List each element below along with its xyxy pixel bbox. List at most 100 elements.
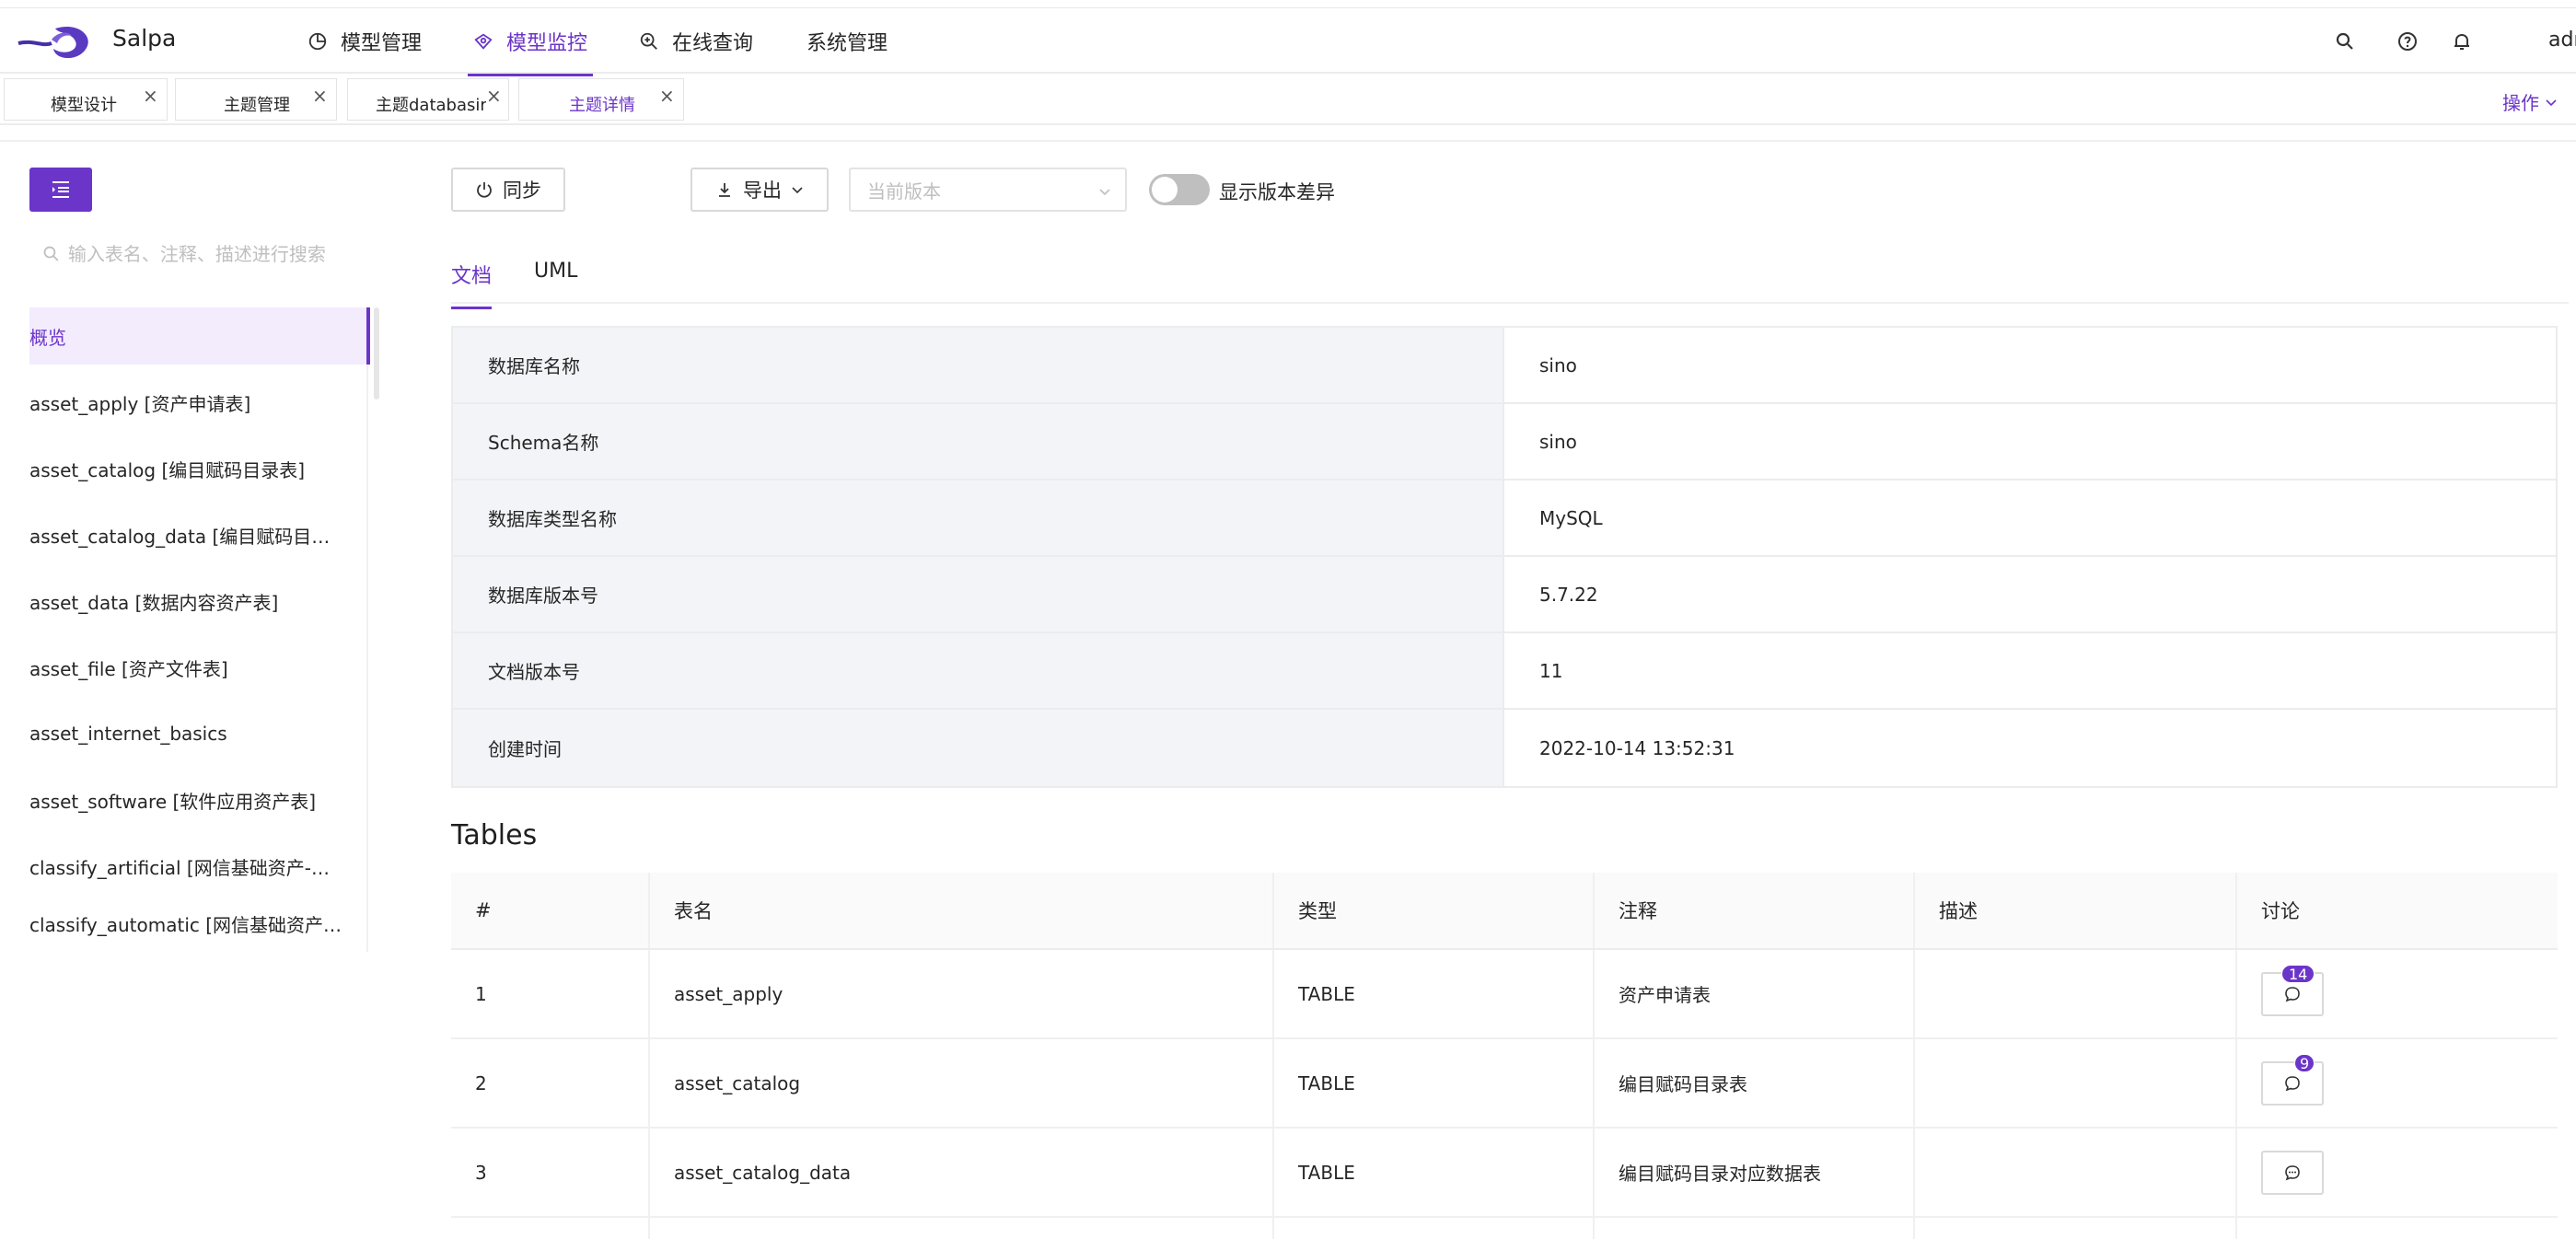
nav-item-system-management[interactable]: 系统管理 xyxy=(806,8,888,75)
table-name: asset_catalog_data xyxy=(650,1129,1274,1216)
tab-document[interactable]: 文档 xyxy=(451,260,493,309)
pie-chart-icon xyxy=(308,32,327,51)
table-description xyxy=(1915,1039,2237,1127)
brand-name: Salpa xyxy=(112,25,177,52)
discussion-count-badge: 9 xyxy=(2294,1053,2315,1072)
column-header: # xyxy=(451,873,650,948)
nav-item-online-query[interactable]: 在线查询 xyxy=(639,8,753,75)
info-value: MySQL xyxy=(1539,506,1603,529)
nav-label: 模型管理 xyxy=(341,32,423,55)
version-select[interactable]: 当前版本 xyxy=(849,168,1127,212)
comment-icon xyxy=(2285,986,2300,1002)
tab-topic-detail[interactable]: 主题详情 × xyxy=(518,78,684,121)
sidebar-item-label: asset_catalog [编目赋码目录表] xyxy=(29,458,306,481)
zoom-query-icon xyxy=(640,32,657,50)
sync-button[interactable]: 同步 xyxy=(451,168,565,212)
info-value: sino xyxy=(1539,430,1577,453)
operations-dropdown[interactable]: 操作 xyxy=(2502,88,2558,115)
sidebar-item-table[interactable]: asset_catalog [编目赋码目录表] xyxy=(29,440,370,497)
doc-tabs: 文档 UML xyxy=(451,247,2569,309)
tab-topic-databasir[interactable]: 主题databasir × xyxy=(347,78,509,121)
sidebar-item-label: asset_internet_basics xyxy=(29,723,227,745)
help-icon[interactable] xyxy=(2396,30,2419,52)
tab-topic-management[interactable]: 主题管理 × xyxy=(175,78,337,121)
sidebar-toggle-button[interactable] xyxy=(29,168,92,212)
table-list-sidebar: 概览 asset_apply [资产申请表] asset_catalog [编目… xyxy=(0,307,370,952)
discussion-button[interactable] xyxy=(2261,1150,2324,1195)
info-key: 文档版本号 xyxy=(453,633,1504,708)
info-row: Schema名称 sino xyxy=(453,404,2556,481)
bell-icon[interactable] xyxy=(2451,30,2473,52)
column-header: 注释 xyxy=(1595,873,1915,948)
close-icon[interactable]: × xyxy=(143,85,158,107)
sidebar-item-table[interactable]: asset_catalog_data [编目赋码目录对应数据表] xyxy=(29,506,370,563)
table-row[interactable]: 1 asset_apply TABLE 资产申请表 14 xyxy=(451,950,2558,1039)
chevron-down-icon xyxy=(2546,98,2557,106)
chevron-down-icon xyxy=(1099,189,1110,196)
tab-uml[interactable]: UML xyxy=(534,260,577,283)
table-search-box[interactable] xyxy=(29,236,361,272)
column-header: 描述 xyxy=(1915,873,2237,948)
comment-icon xyxy=(2285,1075,2300,1091)
tables-section-title: Tables xyxy=(451,819,538,851)
table-row[interactable]: 2 asset_catalog TABLE 编目赋码目录表 9 xyxy=(451,1039,2558,1129)
table-comment: 编目赋码目录对应数据表 xyxy=(1595,1129,1915,1216)
sidebar-item-label: asset_file [资产文件表] xyxy=(29,657,228,680)
nav-label: 模型监控 xyxy=(506,32,588,55)
table-row[interactable]: 3 asset_catalog_data TABLE 编目赋码目录对应数据表 xyxy=(451,1129,2558,1218)
table-comment: 编目赋码目录表 xyxy=(1595,1039,1915,1127)
sidebar-item-table[interactable]: classify_artificial [网信基础资产-人工分类] xyxy=(29,838,370,895)
close-icon[interactable]: × xyxy=(486,85,502,107)
sidebar-item-table[interactable]: classify_automatic [网信基础资产-自动分类] xyxy=(29,895,370,952)
info-row: 数据库名称 sino xyxy=(453,328,2556,404)
table-header-row: # 表名 类型 注释 描述 讨论 xyxy=(451,873,2558,950)
nav-label: 在线查询 xyxy=(672,32,754,55)
sidebar-scrollbar[interactable] xyxy=(374,307,379,399)
nav-label: 系统管理 xyxy=(806,32,888,55)
version-diff-label: 显示版本差异 xyxy=(1219,181,1335,203)
export-button[interactable]: 导出 xyxy=(690,168,829,212)
table-search-input[interactable] xyxy=(67,243,361,265)
sidebar-item-table[interactable]: asset_software [软件应用资产表] xyxy=(29,771,370,828)
operations-label: 操作 xyxy=(2502,92,2539,114)
nav-item-model-management[interactable]: 模型管理 xyxy=(307,8,422,75)
table-type: TABLE xyxy=(1274,1039,1595,1127)
tab-label: 主题管理 xyxy=(224,96,290,115)
sidebar-item-table[interactable]: asset_apply [资产申请表] xyxy=(29,374,370,431)
sidebar-item-label: asset_catalog_data [编目赋码目录对应数据表] xyxy=(29,525,342,548)
empty-cell xyxy=(1915,1218,2237,1239)
close-icon[interactable]: × xyxy=(659,85,675,107)
close-icon[interactable]: × xyxy=(312,85,328,107)
discussion-cell xyxy=(2237,1129,2558,1216)
discussion-button[interactable]: 14 xyxy=(2261,964,2324,1016)
column-header: 表名 xyxy=(650,873,1274,948)
nav-item-model-monitor[interactable]: 模型监控 xyxy=(467,8,594,76)
sidebar-item-table[interactable]: asset_internet_basics xyxy=(29,705,370,762)
column-header: 讨论 xyxy=(2261,900,2300,922)
empty-cell xyxy=(650,1218,1274,1239)
page-tabs-bar: 模型设计 × 主题管理 × 主题databasir × 主题详情 × 操作 xyxy=(0,75,2576,125)
version-placeholder: 当前版本 xyxy=(867,179,941,203)
monitor-icon xyxy=(474,33,493,50)
discussion-button[interactable]: 9 xyxy=(2261,1053,2324,1106)
table-description xyxy=(1915,1129,2237,1216)
discussion-count-badge: 14 xyxy=(2281,964,2315,983)
tab-label: 模型设计 xyxy=(51,96,117,115)
sidebar-item-table[interactable]: asset_file [资产文件表] xyxy=(29,639,370,696)
sidebar-item-label: classify_artificial [网信基础资产-人工分类] xyxy=(29,856,342,879)
sidebar-item-table[interactable]: asset_data [数据内容资产表] xyxy=(29,573,370,630)
user-name[interactable]: adr xyxy=(2548,29,2576,52)
salpa-logo-icon[interactable] xyxy=(15,19,98,64)
version-diff-toggle[interactable] xyxy=(1149,174,1210,205)
info-value: 5.7.22 xyxy=(1539,583,1598,606)
tab-model-design[interactable]: 模型设计 × xyxy=(4,78,168,121)
sidebar-item-overview[interactable]: 概览 xyxy=(29,307,370,365)
database-info-table: 数据库名称 sino Schema名称 sino 数据库类型名称 MySQL 数… xyxy=(451,326,2558,788)
info-key: 数据库名称 xyxy=(453,328,1504,402)
search-icon[interactable] xyxy=(2334,30,2356,52)
sidebar-item-label: classify_automatic [网信基础资产-自动分类] xyxy=(29,913,342,936)
table-type: TABLE xyxy=(1274,950,1595,1037)
comment-icon xyxy=(2285,1164,2300,1180)
toggle-knob xyxy=(1152,177,1178,203)
power-icon xyxy=(477,182,492,198)
